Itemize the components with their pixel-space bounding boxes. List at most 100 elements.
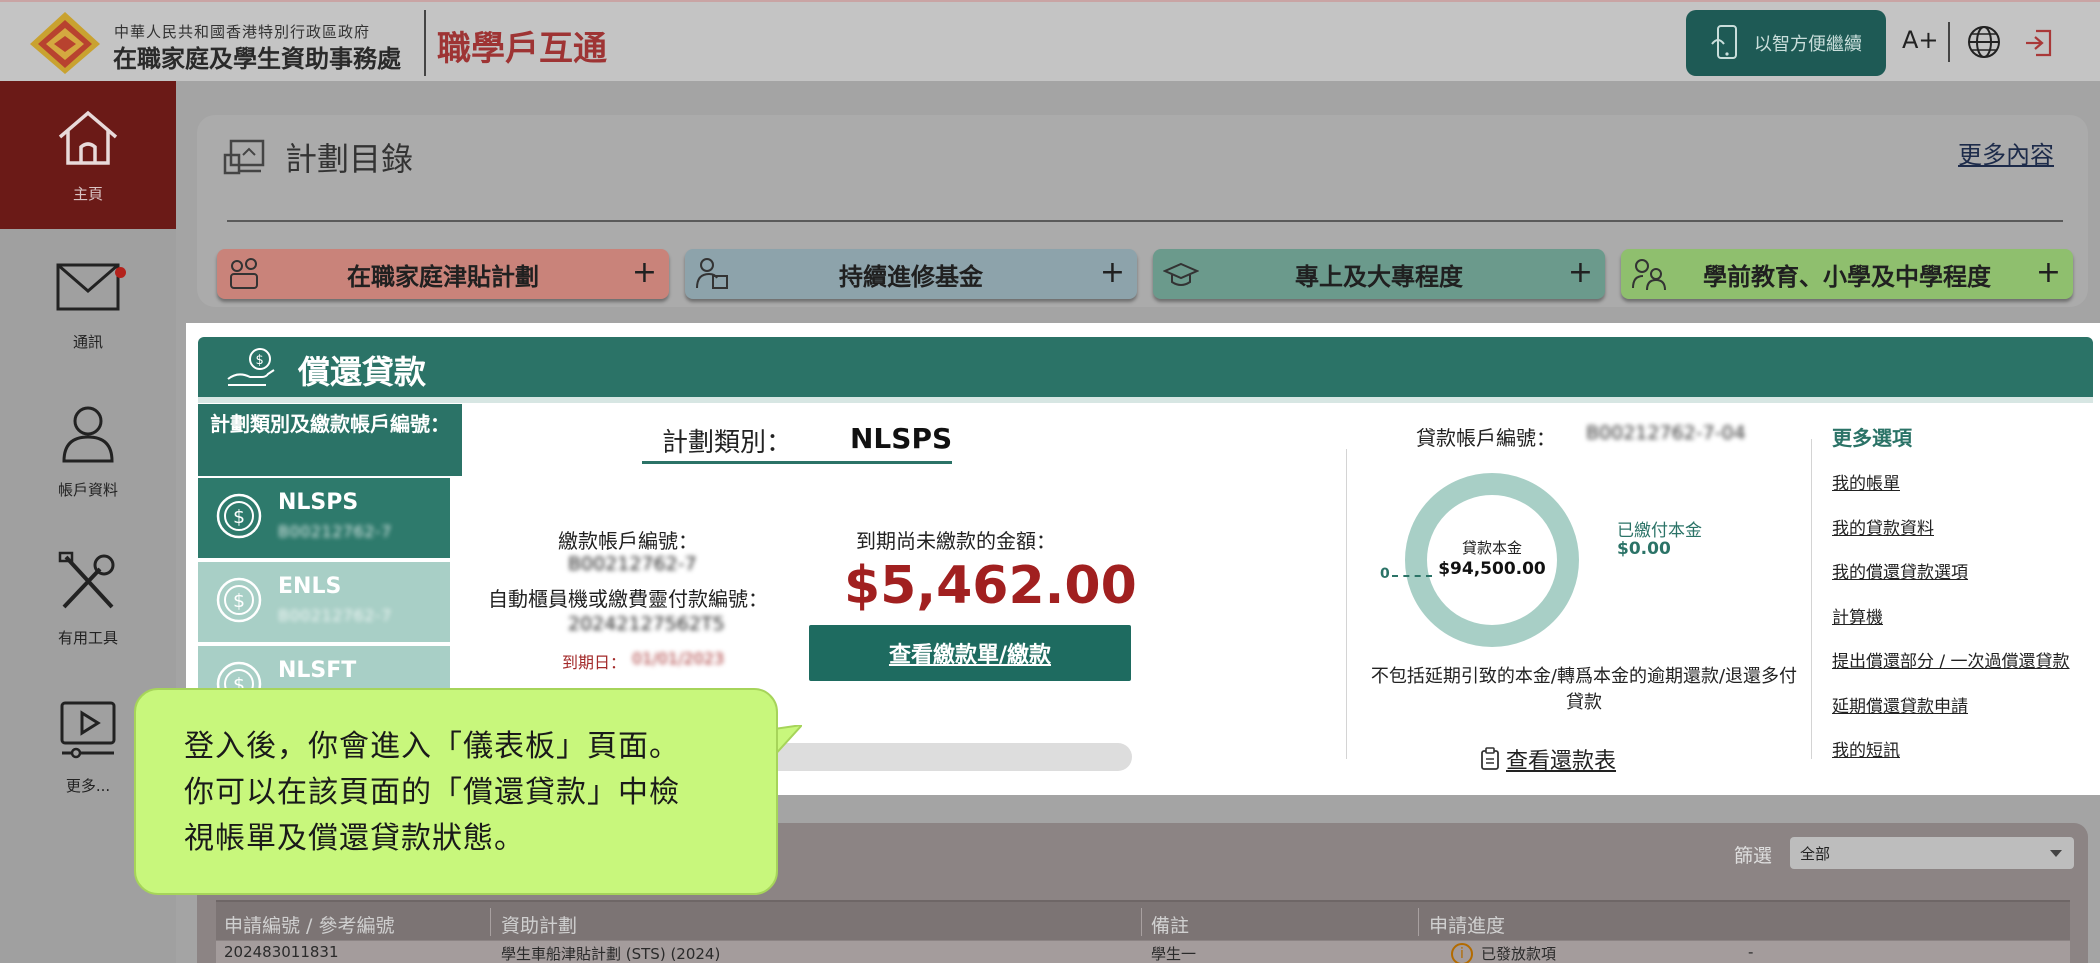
category-button-wfa[interactable]: 在職家庭津貼計劃 + xyxy=(217,249,669,299)
category-label: 專上及大專程度 xyxy=(1295,262,1463,291)
option-my-sms-link[interactable]: 我的短訊 xyxy=(1832,736,1900,761)
category-button-tertiary[interactable]: 專上及大專程度 + xyxy=(1153,249,1605,299)
clipboard-icon xyxy=(1481,747,1499,770)
table-row[interactable]: 202483011831 學生車船津貼計劃 (STS) (2024) 學生一 i… xyxy=(216,941,2070,963)
iam-smart-login-button[interactable]: 以智方便繼續 xyxy=(1686,10,1886,76)
iam-smart-icon xyxy=(1711,25,1737,59)
user-icon xyxy=(62,406,114,462)
account-name: NLSPS xyxy=(278,490,359,515)
graduation-cap-icon xyxy=(1163,262,1199,286)
home-icon xyxy=(58,110,118,165)
due-date-value: 01/01/2023 xyxy=(632,649,725,668)
column-header: 備註 xyxy=(1151,915,1190,937)
wfsfaa-logo-icon xyxy=(30,12,100,74)
paid-principal-value: $0.00 xyxy=(1617,539,1671,559)
account-number: B00212762-7 xyxy=(278,522,392,541)
applications-table-header: 申請編號 / 參考編號 資助計劃 備註 申請進度 xyxy=(216,900,2070,940)
column-header: 申請編號 / 參考編號 xyxy=(224,915,395,937)
sidebar-item-home[interactable]: 主頁 xyxy=(0,81,176,229)
category-label: 在職家庭津貼計劃 xyxy=(347,262,539,291)
dollar-cycle-icon: $ xyxy=(216,577,262,623)
learner-icon xyxy=(696,258,728,289)
application-extra: - xyxy=(1748,943,1754,961)
option-my-loan-info-link[interactable]: 我的貸款資料 xyxy=(1832,514,1934,539)
more-options-title: 更多選項 xyxy=(1832,426,1912,450)
atm-pps-value: 20242127562T5 xyxy=(568,613,725,635)
logout-icon[interactable] xyxy=(2022,27,2054,59)
loan-repayment-title: 償還貸款 xyxy=(298,353,427,391)
header-divider xyxy=(424,10,426,76)
font-size-button[interactable]: A+ xyxy=(1902,26,1939,54)
sidebar-item-tools[interactable]: 有用工具 xyxy=(0,525,176,673)
loan-account-value: B00212762-7-04 xyxy=(1586,422,1746,444)
department-name-line2: 在職家庭及學生資助事務處 xyxy=(113,45,401,73)
zero-marker-line xyxy=(1392,575,1432,577)
column-header: 資助計劃 xyxy=(501,915,578,937)
account-name: NLSFT xyxy=(278,658,357,683)
category-button-cef[interactable]: 持續進修基金 + xyxy=(685,249,1137,299)
plus-icon: + xyxy=(1567,255,1593,290)
account-number: B00212762-7 xyxy=(278,606,392,625)
option-repayment-options-link[interactable]: 我的償還貸款選項 xyxy=(1832,558,1968,583)
sidebar-item-label: 通訊 xyxy=(72,332,103,351)
plus-icon: + xyxy=(1099,255,1125,290)
category-label: 學前教育、小學及中學程度 xyxy=(1703,262,1991,291)
top-header: 中華人民共和國香港特別行政區政府 在職家庭及學生資助事務處 職學戶互通 以智方便… xyxy=(0,0,2100,81)
application-ref: 202483011831 xyxy=(224,943,339,961)
header-separator xyxy=(1948,22,1950,62)
iam-smart-label: 以智方便繼續 xyxy=(1754,34,1862,55)
column-separator xyxy=(490,908,491,936)
payment-account-value: B00212762-7 xyxy=(568,553,697,575)
application-remark: 學生一 xyxy=(1151,945,1197,963)
plus-icon: + xyxy=(631,255,657,290)
plan-catalogue-icon xyxy=(223,139,265,175)
category-button-school[interactable]: 學前教育、小學及中學程度 + xyxy=(1621,249,2073,299)
plan-catalogue-panel: 計劃目錄 更多內容 在職家庭津貼計劃 + 持續進修基金 + 專上及大專程度 + xyxy=(197,115,2088,307)
option-calculator-link[interactable]: 計算機 xyxy=(1832,603,1883,628)
view-bill-button[interactable]: 查看繳款單/繳款 xyxy=(809,625,1131,681)
sidebar-item-mail[interactable]: 通訊 xyxy=(0,229,176,377)
students-icon xyxy=(1632,259,1666,291)
principal-label: 貸款本金 xyxy=(1461,539,1522,557)
header-underline xyxy=(198,397,2093,403)
account-item-enls[interactable]: $ ENLS B00212762-7 xyxy=(198,562,450,642)
outstanding-amount: $5,462.00 xyxy=(844,556,1137,616)
category-label: 持續進修基金 xyxy=(839,262,983,291)
due-date-label: 到期日： xyxy=(562,653,627,672)
plan-catalogue-title: 計劃目錄 xyxy=(285,140,414,178)
column-separator xyxy=(1141,908,1142,936)
callout-line: 視帳單及償還貸款狀態。 xyxy=(184,821,525,856)
view-repayment-schedule-link[interactable]: 查看還款表 xyxy=(1506,743,1616,775)
accounts-list-header: 計劃類別及繳款帳戶編號： xyxy=(198,404,462,476)
tools-icon xyxy=(58,551,115,608)
payment-account-label: 繳款帳戶編號： xyxy=(558,529,698,553)
column-header: 申請進度 xyxy=(1429,915,1506,937)
notification-dot xyxy=(115,267,126,278)
info-icon: i xyxy=(1451,943,1473,963)
loan-account-label: 貸款帳戶編號： xyxy=(1416,426,1556,450)
option-early-repayment-link[interactable]: 提出償還部分 / 一次過償還貸款 xyxy=(1832,647,2070,672)
column-divider xyxy=(1811,439,1812,759)
filter-label: 篩選 xyxy=(1734,845,1773,867)
svg-text:$: $ xyxy=(256,353,264,368)
sidebar-item-account[interactable]: 帳戶資料 xyxy=(0,377,176,525)
zero-marker-label: 0 xyxy=(1380,566,1390,582)
principal-note: 不包括延期引致的本金/轉爲本金的逾期還款/退還多付貸款 xyxy=(1370,666,1798,713)
svg-text:$: $ xyxy=(233,590,245,612)
account-item-nlsps[interactable]: $ NLSPS B00212762-7 xyxy=(198,478,450,558)
sidebar-item-label: 更多... xyxy=(65,776,111,795)
application-scheme: 學生車船津貼計劃 (STS) (2024) xyxy=(501,945,721,963)
option-my-bills-link[interactable]: 我的帳單 xyxy=(1832,469,1900,494)
plan-divider xyxy=(227,220,2063,222)
filter-select[interactable]: 全部 xyxy=(1790,837,2074,869)
callout-line: 你可以在該頁面的「償還貸款」中檢 xyxy=(184,775,680,810)
column-divider xyxy=(1346,449,1347,759)
chevron-down-icon xyxy=(2050,850,2062,857)
globe-icon[interactable] xyxy=(1966,24,2002,60)
svg-text:$: $ xyxy=(233,506,245,528)
option-deferment-link[interactable]: 延期償還貸款申請 xyxy=(1832,692,1968,717)
more-content-link[interactable]: 更多內容 xyxy=(1958,135,2054,170)
application-status: 已發放款項 xyxy=(1481,945,1557,963)
plus-icon: + xyxy=(2035,255,2061,290)
paid-principal-label: 已繳付本金 xyxy=(1617,521,1702,541)
